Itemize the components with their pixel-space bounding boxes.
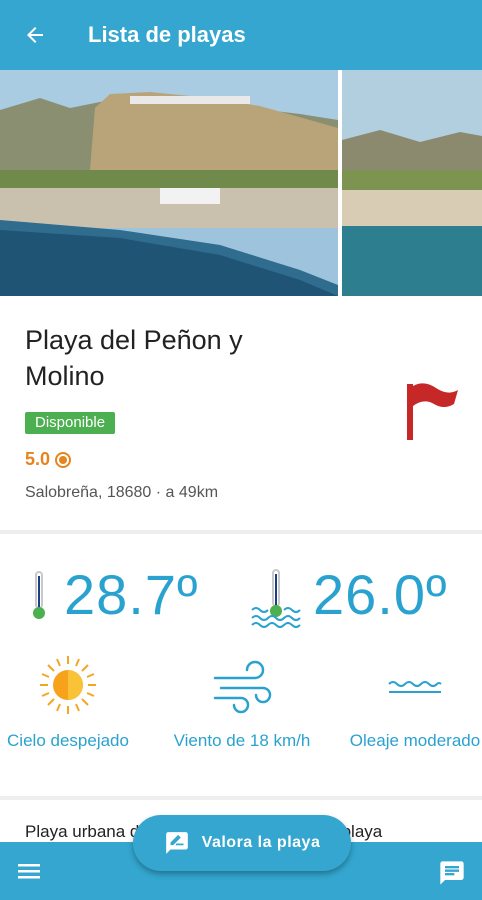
waves-condition: Oleaje moderado xyxy=(335,654,482,751)
red-flag-icon xyxy=(407,383,458,440)
sun-icon xyxy=(40,656,96,714)
app-bar: Lista de playas xyxy=(0,0,482,70)
sky-condition: Cielo despejado xyxy=(0,654,148,751)
rating-value: 5.0 xyxy=(25,449,51,469)
sky-condition-label: Cielo despejado xyxy=(7,731,129,750)
beach-photo-secondary[interactable] xyxy=(342,70,482,296)
waves-icon xyxy=(388,681,442,693)
page-title: Lista de playas xyxy=(88,22,246,47)
rate-beach-label: Valora la playa xyxy=(201,834,321,851)
rating-circle-icon xyxy=(55,451,72,468)
temperature-section: 28.7º 26.0º xyxy=(0,534,482,654)
beach-location: Salobreña, 18680 · a 49km xyxy=(25,484,219,501)
air-thermometer-icon xyxy=(33,571,45,619)
waves-condition-label: Oleaje moderado xyxy=(349,731,481,750)
wind-condition-label: Viento de 18 km/h xyxy=(173,731,311,750)
water-thermometer-icon xyxy=(251,569,301,628)
beach-photo-main[interactable] xyxy=(0,70,338,296)
air-temperature: 28.7º xyxy=(64,563,199,626)
beach-name: Playa del Peñon y Molino xyxy=(25,325,243,391)
rate-edit-icon xyxy=(165,832,188,854)
back-button[interactable] xyxy=(0,0,70,70)
status-badge: Disponible xyxy=(25,412,116,434)
chat-icon[interactable] xyxy=(438,859,466,887)
rate-beach-button[interactable]: Valora la playa xyxy=(133,815,351,871)
section-divider xyxy=(0,796,482,800)
rating: 5.0 xyxy=(25,449,72,470)
conditions-section: Cielo despejado Viento de 18 km/h Oleaje… xyxy=(0,654,482,794)
menu-icon[interactable] xyxy=(16,860,42,882)
water-temperature: 26.0º xyxy=(313,563,448,626)
arrow-back-icon xyxy=(27,27,43,43)
beach-photo-gallery[interactable] xyxy=(0,70,482,296)
wind-icon xyxy=(213,660,272,714)
wind-condition: Viento de 18 km/h xyxy=(162,654,322,751)
